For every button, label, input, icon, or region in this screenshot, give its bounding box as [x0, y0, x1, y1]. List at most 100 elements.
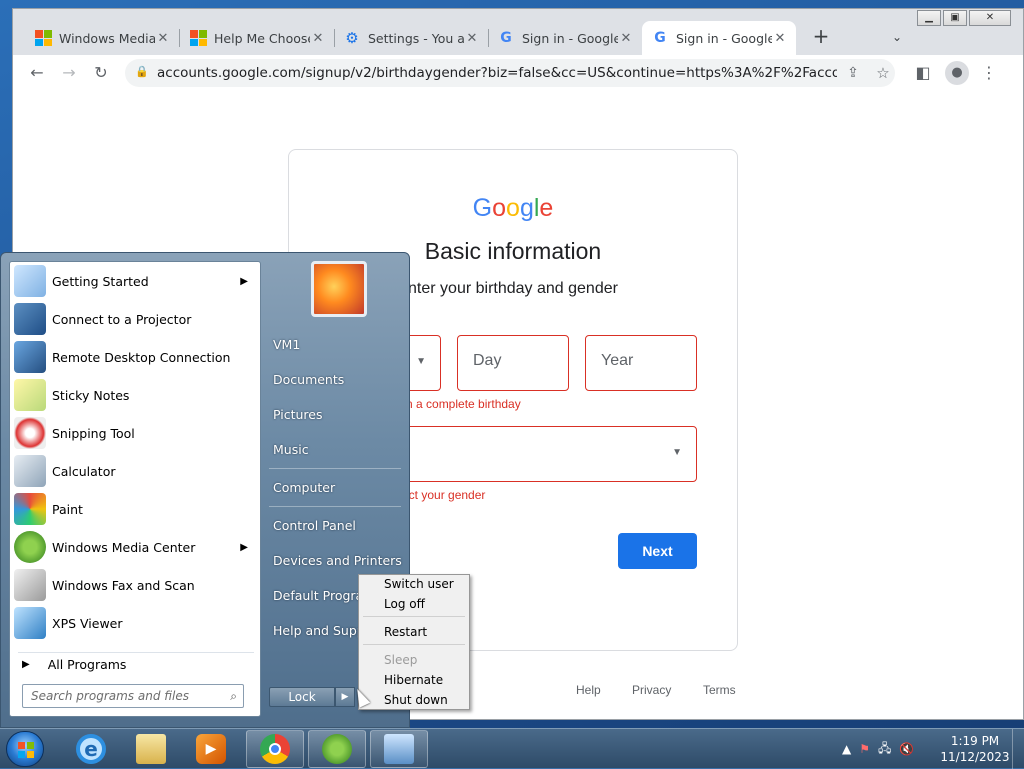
maximize-button[interactable]: ▣: [943, 10, 967, 26]
start-item-calculator[interactable]: Calculator: [14, 452, 258, 490]
close-icon[interactable]: ✕: [772, 31, 788, 46]
menu-item-switch-user[interactable]: Switch user: [384, 577, 454, 591]
menu-item-restart[interactable]: Restart: [384, 625, 427, 639]
close-icon[interactable]: ✕: [310, 31, 326, 46]
lock-icon[interactable]: 🔒: [135, 65, 149, 79]
microsoft-logo-icon: [190, 30, 207, 46]
close-icon[interactable]: ✕: [464, 31, 480, 46]
new-tab-button[interactable]: +: [809, 25, 833, 49]
tab-windows-media[interactable]: Windows Media ✕: [25, 21, 179, 55]
menu-kebab-icon[interactable]: ⋮: [977, 61, 1001, 85]
close-window-button[interactable]: ✕: [969, 10, 1011, 26]
volume-muted-icon[interactable]: 🔇: [899, 742, 914, 756]
user-picture[interactable]: [311, 261, 367, 317]
tab-settings[interactable]: ⚙ Settings - You ar ✕: [334, 21, 488, 55]
divider: [269, 468, 401, 469]
start-item-xps-viewer[interactable]: XPS Viewer: [14, 604, 258, 642]
tab-sign-in-google[interactable]: G Sign in - Google ✕: [488, 21, 642, 55]
start-search-input[interactable]: Search programs and files ⌕: [22, 684, 244, 708]
year-field[interactable]: Year: [585, 335, 697, 391]
close-icon[interactable]: ✕: [618, 31, 634, 46]
start-link-control-panel[interactable]: Control Panel: [273, 518, 356, 533]
taskbar-media-player[interactable]: ▶: [182, 730, 240, 768]
taskbar-chrome[interactable]: [246, 730, 304, 768]
google-g-icon: G: [654, 30, 666, 46]
calculator-icon: [14, 455, 46, 487]
start-button[interactable]: [6, 731, 44, 767]
lock-button[interactable]: Lock: [269, 687, 335, 707]
windows-explorer-icon: [136, 734, 166, 764]
reload-icon[interactable]: ↻: [89, 61, 113, 85]
forward-arrow-icon[interactable]: →: [57, 61, 81, 85]
network-icon[interactable]: 🖧: [878, 739, 891, 760]
power-options-menu: Switch user Log off Restart Sleep Hibern…: [358, 574, 470, 710]
search-icon[interactable]: ⌕: [230, 685, 237, 707]
clock-date: 11/12/2023: [940, 750, 1010, 764]
start-item-snipping-tool[interactable]: Snipping Tool: [14, 414, 258, 452]
close-icon[interactable]: ✕: [155, 31, 171, 46]
clock[interactable]: 1:19 PM 11/12/2023: [940, 733, 1010, 765]
system-tray: ▲ ⚑ 🖧 🔇: [842, 735, 942, 763]
address-bar[interactable]: 🔒 accounts.google.com/signup/v2/birthday…: [125, 59, 895, 87]
start-item-sticky-notes[interactable]: Sticky Notes: [14, 376, 258, 414]
start-item-connect-projector[interactable]: Connect to a Projector: [14, 300, 258, 338]
profile-avatar-icon[interactable]: ●: [945, 61, 969, 85]
minimize-button[interactable]: ▁: [917, 10, 941, 26]
clock-time: 1:19 PM: [950, 734, 1000, 748]
taskbar-remote-app[interactable]: [370, 730, 428, 768]
start-link-computer[interactable]: Computer: [273, 480, 335, 495]
gender-error: ect your gender: [402, 488, 486, 502]
tab-title: Sign in - Google: [522, 30, 618, 46]
google-g-icon: G: [500, 30, 512, 46]
menu-item-log-off[interactable]: Log off: [384, 597, 425, 611]
taskbar-windows-explorer[interactable]: [122, 730, 180, 768]
menu-item-sleep: Sleep: [384, 653, 418, 667]
tab-strip: ▁ ▣ ✕ Windows Media ✕ Help Me Choose ✕ ⚙…: [13, 9, 1023, 55]
footer-help-link[interactable]: Help: [576, 683, 601, 697]
internet-explorer-icon: e: [76, 734, 106, 764]
url-text[interactable]: accounts.google.com/signup/v2/birthdayge…: [157, 65, 837, 81]
show-hidden-icons-icon[interactable]: ▲: [842, 742, 851, 756]
start-link-user[interactable]: VM1: [273, 337, 300, 352]
start-item-fax-scan[interactable]: Windows Fax and Scan: [14, 566, 258, 604]
menu-item-shut-down[interactable]: Shut down: [384, 693, 448, 707]
day-field[interactable]: Day: [457, 335, 569, 391]
birthday-error: n a complete birthday: [406, 397, 521, 411]
media-center-icon: [322, 734, 352, 764]
share-icon[interactable]: ⇪: [841, 61, 865, 85]
dropdown-arrow-icon: ▼: [672, 447, 682, 458]
taskbar-media-center[interactable]: [308, 730, 366, 768]
all-programs-item[interactable]: ▶ All Programs: [18, 652, 254, 676]
start-programs-pane: Getting Started ▶ Connect to a Projector …: [9, 261, 261, 717]
start-link-devices-printers[interactable]: Devices and Printers: [273, 553, 402, 568]
windows-logo-icon: [18, 742, 34, 758]
xps-viewer-icon: [14, 607, 46, 639]
bookmark-star-icon[interactable]: ☆: [871, 61, 895, 85]
divider: [363, 616, 465, 617]
menu-item-hibernate[interactable]: Hibernate: [384, 673, 443, 687]
tab-sign-in-google-active[interactable]: G Sign in - Google ✕: [642, 21, 796, 55]
submenu-arrow-icon: ▶: [240, 541, 248, 553]
start-link-pictures[interactable]: Pictures: [273, 407, 323, 422]
start-item-remote-desktop[interactable]: Remote Desktop Connection: [14, 338, 258, 376]
desktop: ▁ ▣ ✕ Windows Media ✕ Help Me Choose ✕ ⚙…: [0, 0, 1024, 769]
fax-scan-icon: [14, 569, 46, 601]
side-panel-icon[interactable]: ◧: [911, 61, 935, 85]
start-item-getting-started[interactable]: Getting Started ▶: [14, 262, 258, 300]
getting-started-icon: [14, 265, 46, 297]
tab-help-me-choose[interactable]: Help Me Choose ✕: [180, 21, 334, 55]
back-arrow-icon[interactable]: ←: [25, 61, 49, 85]
media-center-icon: [14, 531, 46, 563]
action-center-icon[interactable]: ⚑: [859, 742, 870, 756]
show-desktop-button[interactable]: [1012, 729, 1024, 769]
start-link-documents[interactable]: Documents: [273, 372, 344, 387]
footer-terms-link[interactable]: Terms: [703, 683, 736, 697]
start-link-music[interactable]: Music: [273, 442, 309, 457]
taskbar-internet-explorer[interactable]: e: [62, 730, 120, 768]
start-item-paint[interactable]: Paint: [14, 490, 258, 528]
next-button[interactable]: Next: [618, 533, 697, 569]
footer-privacy-link[interactable]: Privacy: [632, 683, 671, 697]
tab-search-button[interactable]: ⌄: [885, 25, 909, 49]
submenu-arrow-icon: ▶: [240, 275, 248, 287]
start-item-media-center[interactable]: Windows Media Center ▶: [14, 528, 258, 566]
